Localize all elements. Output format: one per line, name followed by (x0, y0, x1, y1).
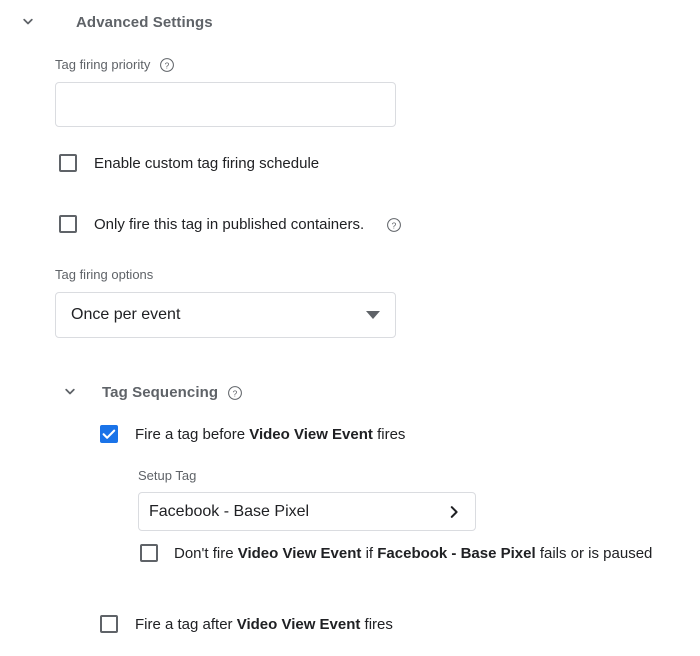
fire-tag-after-row[interactable]: Fire a tag after Video View Event fires (100, 615, 393, 633)
svg-text:?: ? (392, 220, 397, 230)
advanced-settings-panel: Advanced Settings Tag firing priority ? … (0, 0, 700, 656)
tag-firing-priority-label: Tag firing priority ? (55, 56, 175, 72)
fire-tag-after-tag-name: Video View Event (236, 615, 361, 633)
fire-tag-before-suffix: fires (372, 425, 406, 443)
advanced-settings-section-header[interactable]: Advanced Settings (18, 12, 213, 32)
fire-tag-before-label: Fire a tag before Video View Event fires (135, 426, 405, 443)
dont-fire-setup-tag-name: Facebook - Base Pixel (377, 544, 536, 562)
svg-text:?: ? (165, 60, 170, 70)
enable-custom-tag-firing-schedule-label: Enable custom tag firing schedule (94, 154, 320, 172)
only-fire-in-published-containers-checkbox[interactable] (59, 215, 77, 233)
fire-tag-before-row[interactable]: Fire a tag before Video View Event fires (100, 425, 405, 443)
help-circle-icon[interactable]: ? (159, 57, 175, 73)
tag-firing-options-label: Tag firing options (55, 267, 153, 282)
page-title: Advanced Settings (76, 13, 213, 31)
dont-fire-part2: if (361, 544, 378, 562)
dont-fire-part3: fails or is paused (535, 544, 653, 562)
only-fire-in-published-containers-row[interactable]: Only fire this tag in published containe… (59, 215, 402, 233)
svg-text:?: ? (233, 388, 238, 398)
fire-tag-before-tag-name: Video View Event (249, 425, 373, 443)
fire-tag-after-label: Fire a tag after Video View Event fires (135, 616, 393, 633)
setup-tag-select[interactable]: Facebook - Base Pixel (138, 492, 476, 531)
dont-fire-if-setup-fails-label: Don't fire Video View Event if Facebook … (174, 545, 652, 562)
dont-fire-part1: Don't fire (174, 544, 238, 562)
tag-firing-priority-label-text: Tag firing priority (55, 56, 151, 72)
fire-tag-before-checkbox[interactable] (100, 425, 118, 443)
tag-firing-options-selected-value: Once per event (71, 306, 181, 323)
setup-tag-label-text: Setup Tag (138, 468, 197, 483)
tag-sequencing-section-header[interactable]: Tag Sequencing ? (60, 382, 243, 402)
dont-fire-tag-name: Video View Event (237, 544, 362, 562)
chevron-down-icon[interactable] (60, 382, 80, 402)
chevron-right-icon[interactable] (445, 503, 463, 521)
fire-tag-after-suffix: fires (360, 615, 393, 633)
triangle-down-icon[interactable] (366, 311, 380, 319)
fire-tag-before-prefix: Fire a tag before (135, 425, 250, 443)
enable-custom-tag-firing-schedule-checkbox[interactable] (59, 154, 77, 172)
tag-firing-options-label-text: Tag firing options (55, 267, 154, 282)
tag-firing-priority-input[interactable] (55, 82, 396, 127)
setup-tag-label: Setup Tag (138, 468, 196, 483)
enable-custom-tag-firing-schedule-row[interactable]: Enable custom tag firing schedule (59, 154, 319, 172)
chevron-down-icon[interactable] (18, 12, 38, 32)
help-circle-icon[interactable]: ? (227, 385, 243, 401)
tag-sequencing-title: Tag Sequencing (102, 383, 219, 401)
fire-tag-after-checkbox[interactable] (100, 615, 118, 633)
help-circle-icon[interactable]: ? (386, 217, 402, 233)
dont-fire-if-setup-fails-checkbox[interactable] (140, 544, 158, 562)
fire-tag-after-prefix: Fire a tag after (135, 615, 237, 633)
only-fire-in-published-containers-label: Only fire this tag in published containe… (94, 215, 365, 233)
dont-fire-if-setup-fails-row[interactable]: Don't fire Video View Event if Facebook … (140, 544, 652, 562)
setup-tag-value: Facebook - Base Pixel (149, 502, 310, 520)
tag-firing-options-select[interactable]: Once per event (55, 292, 396, 338)
